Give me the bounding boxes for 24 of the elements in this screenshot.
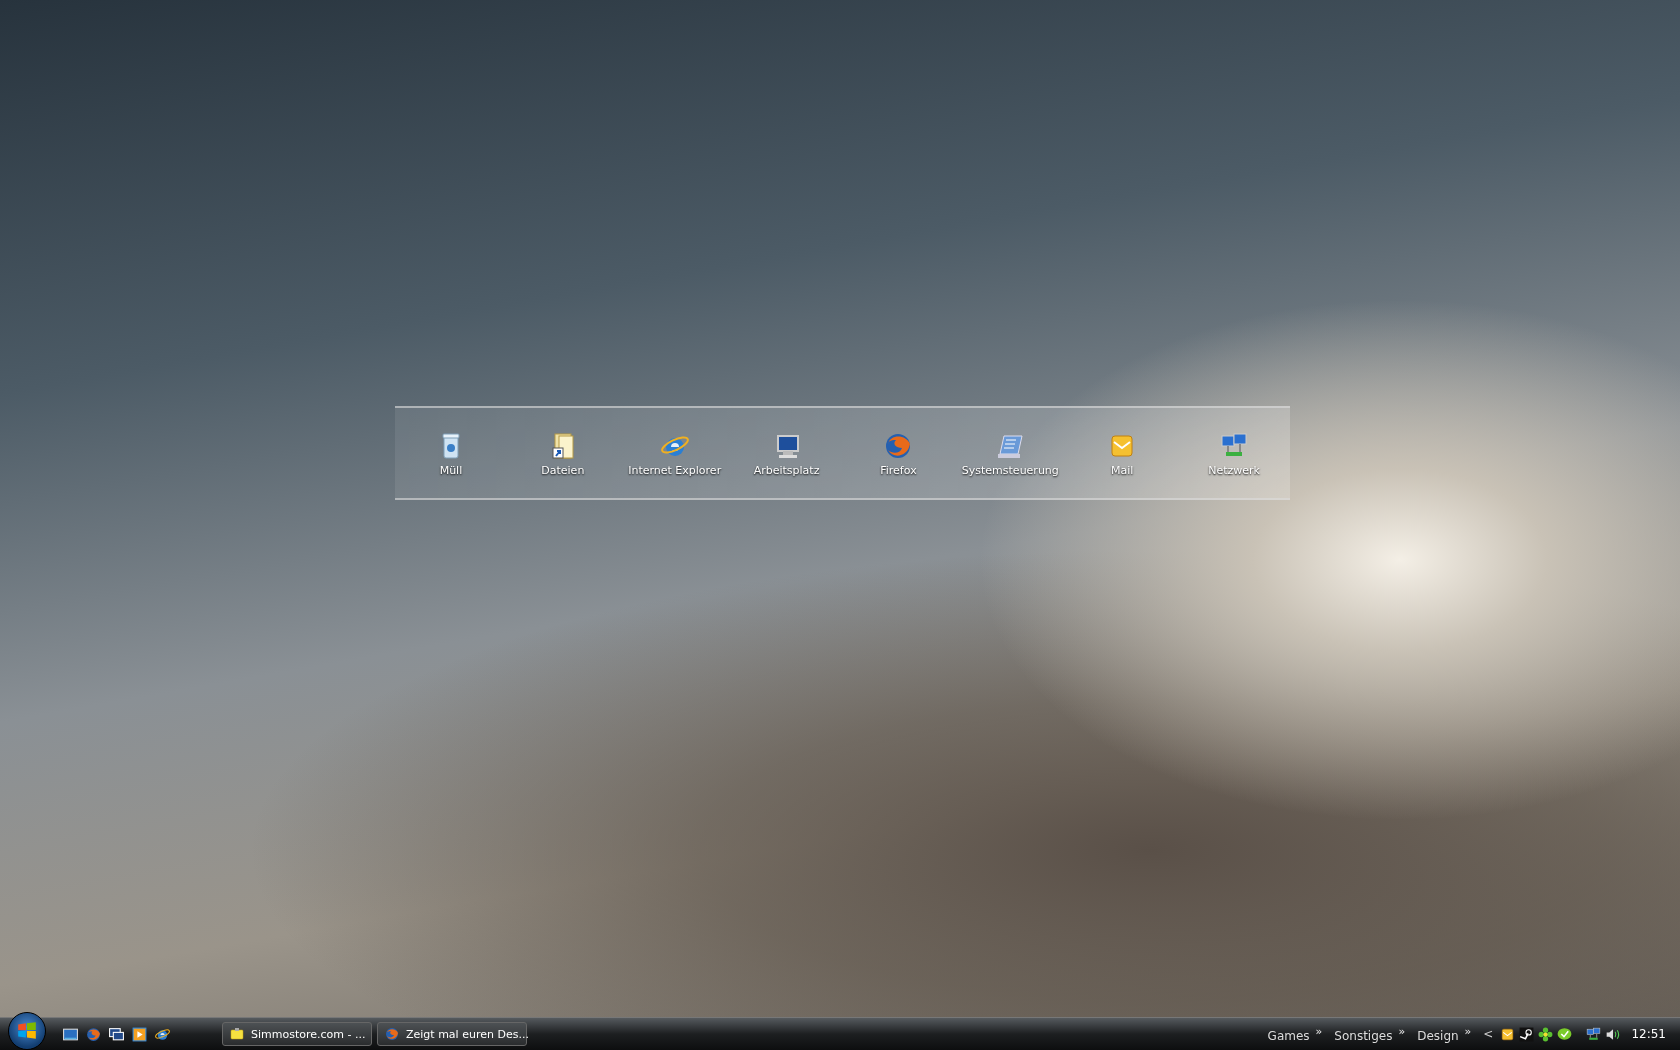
toolbar-chevron[interactable]: » <box>1315 1025 1323 1037</box>
toolbar-label[interactable]: Design <box>1417 1025 1459 1043</box>
fox-globe-icon[interactable] <box>85 1025 102 1043</box>
tray-expand-arrow[interactable]: < <box>1483 1027 1494 1041</box>
play-icon[interactable] <box>131 1025 148 1043</box>
taskbar-window-button[interactable]: Simmostore.com - ... <box>222 1022 372 1046</box>
notepad-icon <box>229 1026 245 1042</box>
toolbar-chevron[interactable]: » <box>1398 1025 1406 1037</box>
flower-icon[interactable] <box>1537 1025 1555 1043</box>
network-computers-icon[interactable] <box>1585 1025 1603 1043</box>
windows-logo-icon[interactable] <box>16 1020 38 1042</box>
toolbar-chevron[interactable]: » <box>1464 1025 1472 1037</box>
toolbar-label[interactable]: Sonstiges <box>1334 1025 1393 1043</box>
desktop-icon-label[interactable]: Internet Explorer <box>628 463 722 477</box>
steam-logo-icon[interactable] <box>1518 1025 1536 1043</box>
fox-globe-icon <box>384 1026 400 1042</box>
start-button[interactable] <box>8 1012 46 1050</box>
chat-bubble-icon[interactable] <box>1556 1025 1574 1043</box>
toolbar-label[interactable]: Games <box>1267 1025 1310 1043</box>
clock[interactable]: 12:51 <box>1631 1027 1666 1041</box>
windows-icon[interactable] <box>108 1025 125 1043</box>
taskbar-window-button[interactable]: Zeigt mal euren Des... <box>377 1022 527 1046</box>
desktop-icon-label[interactable]: Dateien <box>541 463 585 477</box>
desktop-icon-label[interactable]: Müll <box>439 463 463 477</box>
